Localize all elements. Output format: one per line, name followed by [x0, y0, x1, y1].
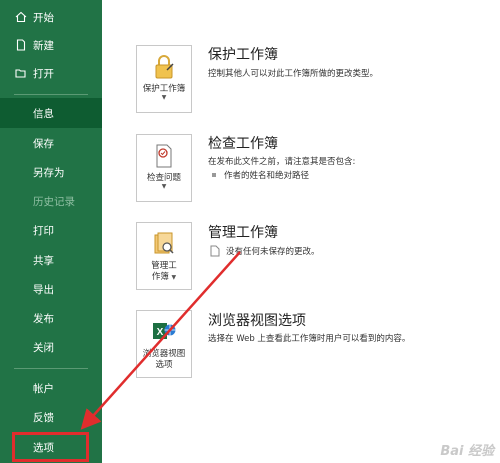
manage-workbook-description: 没有任何未保存的更改。 [226, 247, 320, 257]
protect-workbook-button[interactable]: 保护工作簿 ▼ [136, 45, 192, 113]
browser-view-options-card-label: 浏览器视图 选项 [143, 349, 186, 371]
watermark: Bai 经验 [440, 444, 494, 459]
browser-view-options-card-label-line1: 浏览器视图 [142, 349, 186, 359]
lock-icon [151, 54, 177, 80]
manage-workbook-card-label-line1: 管理工 [151, 261, 177, 271]
sidebar-item-feedback[interactable]: 反馈 [0, 402, 102, 432]
sidebar-item-label: 导出 [33, 283, 54, 296]
browser-view-options-description: 选择在 Web 上查看此工作簿时用户可以看到的内容。 [208, 334, 411, 344]
inspect-workbook-description: 在发布此文件之前，请注意其是否包含: [208, 157, 356, 167]
sidebar-divider [14, 94, 88, 95]
sidebar-item-label: 打开 [33, 67, 54, 80]
inspect-bullet-item: 作者的姓名和绝对路径 [212, 169, 309, 181]
options-highlight-box [12, 432, 89, 462]
protect-workbook-title: 保护工作簿 [208, 47, 278, 63]
inspect-document-icon [151, 143, 177, 169]
sidebar-item-home[interactable]: 开始 [0, 2, 102, 32]
sidebar-item-open[interactable]: 打开 [0, 58, 102, 88]
sidebar-item-close[interactable]: 关闭 [0, 332, 102, 362]
excel-web-icon: X [151, 319, 177, 345]
check-for-issues-button[interactable]: 检查问题 ▼ [136, 134, 192, 202]
manage-workbook-card-label: 管理工 作簿 ▼ [151, 261, 177, 283]
manage-workbook-button[interactable]: 管理工 作簿 ▼ [136, 222, 192, 290]
open-folder-icon [14, 66, 28, 80]
sidebar-item-label: 开始 [33, 11, 54, 24]
sidebar-item-save-as[interactable]: 另存为 [0, 157, 102, 187]
browser-view-options-button[interactable]: X 浏览器视图 选项 [136, 310, 192, 378]
browser-view-options-title: 浏览器视图选项 [208, 313, 306, 329]
sidebar-item-label: 新建 [33, 39, 54, 52]
sidebar-item-label: 历史记录 [33, 195, 75, 208]
manage-workbook-icon [151, 231, 177, 257]
sidebar-item-label: 打印 [33, 224, 54, 237]
sidebar-item-label: 关闭 [33, 341, 54, 354]
sidebar-item-info[interactable]: 信息 [0, 98, 102, 128]
dropdown-caret-icon: ▼ [171, 274, 177, 281]
sidebar-item-label: 反馈 [33, 411, 54, 424]
svg-text:X: X [157, 327, 164, 338]
sidebar-item-share[interactable]: 共享 [0, 245, 102, 275]
dropdown-caret-icon: ▼ [161, 183, 167, 190]
sidebar-item-print[interactable]: 打印 [0, 215, 102, 245]
new-document-icon [14, 38, 28, 52]
sidebar-item-history: 历史记录 [0, 186, 102, 216]
bullet-square-icon [212, 173, 216, 177]
sidebar-item-label: 另存为 [33, 166, 65, 179]
no-changes-document-icon [210, 245, 220, 257]
sidebar-item-label: 帐户 [33, 382, 54, 395]
sidebar-item-label: 保存 [33, 137, 54, 150]
sidebar-item-export[interactable]: 导出 [0, 274, 102, 304]
browser-view-options-card-label-line2: 选项 [155, 360, 173, 370]
inspect-workbook-title: 检查工作簿 [208, 136, 278, 152]
sidebar-item-new[interactable]: 新建 [0, 30, 102, 60]
inspect-bullet-text: 作者的姓名和绝对路径 [224, 171, 310, 181]
backstage-sidebar: 开始 新建 打开 信息 保存 另存为 历史记录 打印 共享 导出 发布 关闭 帐… [0, 0, 102, 463]
sidebar-item-save[interactable]: 保存 [0, 128, 102, 158]
sidebar-item-label: 发布 [33, 312, 54, 325]
manage-workbook-card-label-line2: 作簿 [151, 272, 169, 282]
sidebar-item-label: 信息 [33, 107, 54, 120]
manage-workbook-title: 管理工作簿 [208, 225, 278, 241]
dropdown-caret-icon: ▼ [161, 94, 167, 101]
home-icon [14, 10, 28, 24]
sidebar-item-account[interactable]: 帐户 [0, 373, 102, 403]
protect-workbook-description: 控制其他人可以对此工作簿所做的更改类型。 [208, 69, 379, 79]
manage-workbook-status: 没有任何未保存的更改。 [210, 245, 320, 257]
sidebar-item-publish[interactable]: 发布 [0, 303, 102, 333]
sidebar-item-label: 共享 [33, 254, 54, 267]
sidebar-divider [14, 368, 88, 369]
